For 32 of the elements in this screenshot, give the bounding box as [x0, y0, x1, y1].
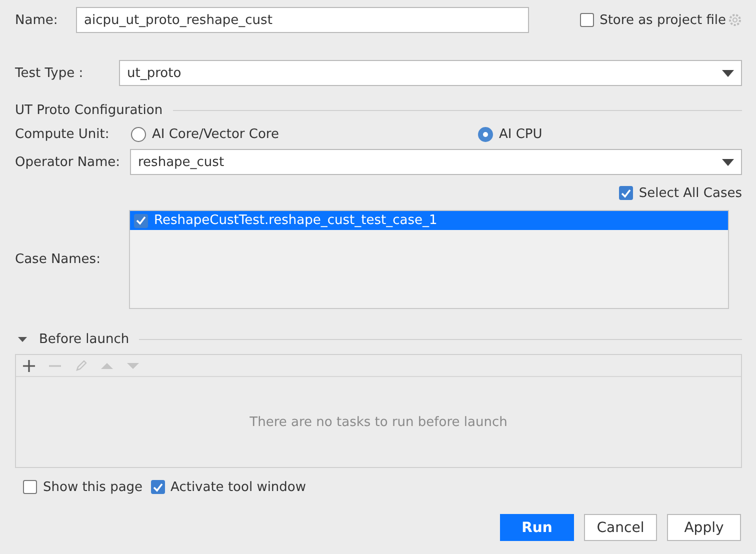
checkbox-label: Store as project file: [600, 12, 726, 28]
checkbox-label: Activate tool window: [170, 480, 306, 494]
checkbox[interactable]: [618, 186, 633, 200]
caret-icon: [722, 158, 734, 166]
checkbox-label: Show this page: [43, 480, 143, 494]
collapse-icon[interactable]: [18, 335, 27, 344]
field-label: Case Names:: [15, 252, 102, 267]
field-label: Name:: [15, 12, 59, 28]
checkbox[interactable]: [580, 13, 594, 27]
name-field[interactable]: aicpu_ut_proto_reshape_cust: [76, 7, 529, 33]
field-label: Compute Unit:: [15, 126, 110, 142]
checkbox-label: Select All Cases: [638, 186, 742, 200]
test-type-dropdown[interactable]: ut_proto: [119, 60, 742, 86]
empty-message: There are no tasks to run before launch: [250, 414, 508, 430]
field-label: Test Type :: [15, 66, 84, 80]
section-title: UT Proto Configuration: [15, 103, 163, 118]
radio-button[interactable]: [478, 126, 493, 142]
caret-icon: [722, 70, 734, 76]
dialog-button[interactable]: Apply: [667, 514, 741, 541]
dialog-button[interactable]: Cancel: [584, 514, 657, 541]
add-icon[interactable]: [22, 358, 36, 372]
radio-button[interactable]: [131, 126, 146, 142]
run-button[interactable]: Run: [500, 514, 574, 541]
section-title: Before launch: [39, 332, 130, 347]
field-label: Operator Name:: [15, 154, 122, 170]
case-list-item[interactable]: ReshapeCustTest.reshape_cust_test_case_1: [130, 211, 728, 230]
checkbox[interactable]: [134, 214, 148, 228]
checkbox[interactable]: [150, 480, 165, 494]
checkbox[interactable]: [23, 480, 37, 494]
radio-label: AI CPU: [499, 126, 542, 142]
radio-label: AI Core/Vector Core: [152, 126, 279, 142]
operator-name-dropdown[interactable]: reshape_cust: [130, 149, 742, 175]
